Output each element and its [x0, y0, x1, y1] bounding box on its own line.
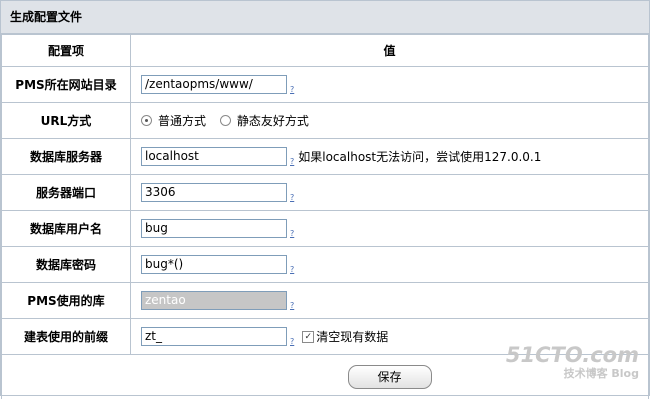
db-name-help-link[interactable]: ? — [290, 302, 294, 310]
header-item: 配置项 — [2, 35, 131, 67]
url-mode-static-label[interactable]: 静态友好方式 — [237, 114, 309, 128]
row-webdir: PMS所在网站目录 /zentaopms/www/? — [2, 67, 649, 103]
db-host-help-link[interactable]: ? — [290, 158, 294, 166]
db-user-help-link[interactable]: ? — [290, 230, 294, 238]
clear-data-checkbox[interactable]: ✓ — [302, 331, 314, 343]
url-mode-normal-radio[interactable] — [141, 115, 152, 126]
url-mode-normal-label[interactable]: 普通方式 — [158, 114, 206, 128]
row-db-password: 数据库密码 bug*()? — [2, 247, 649, 283]
db-port-input[interactable]: 3306 — [141, 183, 287, 202]
db-password-input[interactable]: bug*() — [141, 255, 287, 274]
watermark-site: 51CTO.com — [506, 343, 639, 367]
clear-data-label[interactable]: 清空现有数据 — [316, 330, 388, 344]
header-value: 值 — [131, 35, 649, 67]
db-port-label: 服务器端口 — [2, 175, 131, 211]
url-mode-static-radio[interactable] — [220, 115, 231, 126]
prefix-input[interactable]: zt_ — [141, 327, 287, 346]
db-name-input[interactable]: zentao — [141, 291, 287, 310]
db-port-help-link[interactable]: ? — [290, 194, 294, 202]
db-host-note: 如果localhost无法访问，尝试使用127.0.0.1 — [298, 150, 541, 164]
config-panel: 生成配置文件 配置项 值 PMS所在网站目录 /zentaopms/www/? … — [0, 0, 650, 396]
db-name-label: PMS使用的库 — [2, 283, 131, 319]
webdir-label: PMS所在网站目录 — [2, 67, 131, 103]
db-user-label: 数据库用户名 — [2, 211, 131, 247]
row-url-mode: URL方式 普通方式 静态友好方式 — [2, 103, 649, 139]
row-db-user: 数据库用户名 bug? — [2, 211, 649, 247]
db-password-label: 数据库密码 — [2, 247, 131, 283]
prefix-label: 建表使用的前缀 — [2, 319, 131, 355]
watermark-sub: 技术博客 Blog — [506, 365, 639, 381]
webdir-help-link[interactable]: ? — [290, 86, 294, 94]
url-mode-label: URL方式 — [2, 103, 131, 139]
watermark: 51CTO.com 技术博客 Blog — [506, 343, 639, 381]
db-password-help-link[interactable]: ? — [290, 266, 294, 274]
db-host-label: 数据库服务器 — [2, 139, 131, 175]
table-header-row: 配置项 值 — [2, 35, 649, 67]
row-db-name: PMS使用的库 zentao? — [2, 283, 649, 319]
db-user-input[interactable]: bug — [141, 219, 287, 238]
webdir-input[interactable]: /zentaopms/www/ — [141, 75, 287, 94]
prefix-help-link[interactable]: ? — [290, 338, 294, 346]
row-db-host: 数据库服务器 localhost? 如果localhost无法访问，尝试使用127… — [2, 139, 649, 175]
panel-title: 生成配置文件 — [1, 1, 649, 34]
row-db-port: 服务器端口 3306? — [2, 175, 649, 211]
save-button[interactable]: 保存 — [348, 365, 432, 389]
db-host-input[interactable]: localhost — [141, 147, 287, 166]
